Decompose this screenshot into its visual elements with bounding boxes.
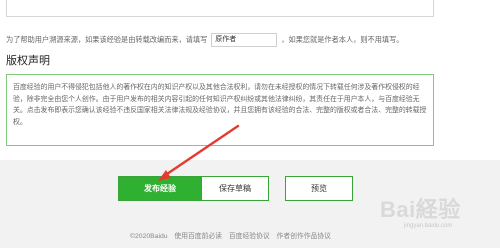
baidu-jingyan-watermark-icon: Bai経验 jingyan.baidu.com (380, 193, 496, 229)
footer-link-must-read[interactable]: 使用百度前必读 (174, 233, 222, 240)
source-note: 为了帮助用户溯源来源，如果该经验是由转载改编而来，请填写 原作者 ，如果您就是作… (6, 32, 403, 48)
preview-button[interactable]: 预览 (285, 176, 353, 201)
source-note-suffix: ，如果您就是作者本人，则不用填写。 (281, 35, 404, 44)
copyright-declaration: 百度经验的用户不得侵犯包括他人的著作权在内的知识产权以及其他合法权利，请勿在未经… (6, 74, 434, 146)
save-draft-button[interactable]: 保存草稿 (201, 176, 269, 201)
watermark-sub: jingyan.baidu.com (404, 223, 453, 229)
watermark-text: Bai経验 (380, 197, 461, 222)
source-note-prefix: 为了帮助用户溯源来源，如果该经验是由转载改编而来，请填写 (6, 35, 208, 44)
footer-copyright: ©2020Baidu (130, 233, 168, 240)
publish-button[interactable]: 发布经验 (118, 176, 202, 201)
previous-text-field[interactable] (6, 0, 434, 17)
copyright-title: 版权声明 (6, 55, 50, 67)
original-author-input[interactable]: 原作者 (211, 33, 278, 47)
footer-link-agreement[interactable]: 百度经验协议 (229, 233, 270, 240)
footer: ©2020Baidu 使用百度前必读 百度经验协议 作者创作作品协议 (130, 230, 336, 240)
footer-link-author-agreement[interactable]: 作者创作作品协议 (277, 233, 331, 240)
